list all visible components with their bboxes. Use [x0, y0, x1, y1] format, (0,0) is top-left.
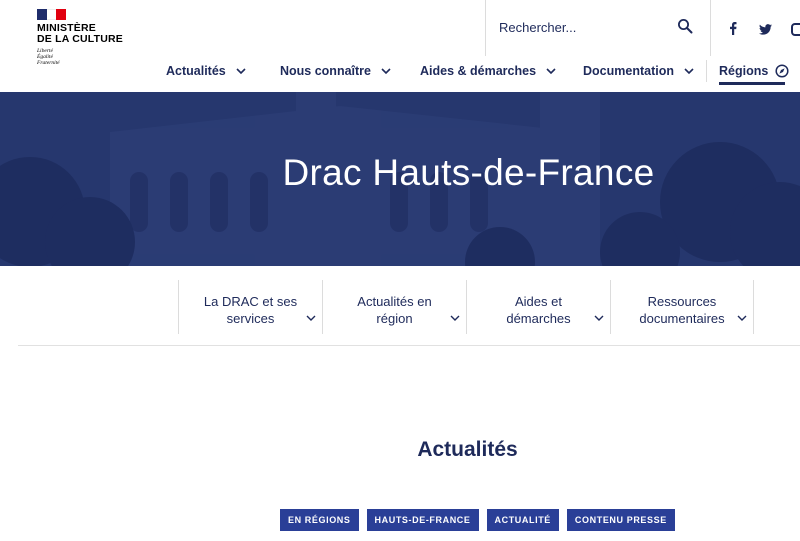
subnav-label-line2: démarches — [506, 311, 571, 326]
nav-item-regions[interactable]: Régions — [719, 64, 789, 78]
subnav-label-line2: région — [376, 311, 413, 326]
nav-divider — [706, 60, 707, 82]
chevron-down-icon — [684, 67, 694, 74]
twitter-link[interactable] — [759, 24, 772, 35]
tag-list: EN RÉGIONS HAUTS-DE-FRANCE ACTUALITÉ CON… — [280, 509, 675, 531]
hero-banner: Drac Hauts-de-France — [0, 92, 800, 266]
subnav-label-line2: documentaires — [639, 311, 725, 326]
subnav-label-line1: Aides et — [515, 294, 562, 309]
instagram-link[interactable] — [791, 23, 800, 36]
facebook-link[interactable] — [729, 22, 737, 35]
instagram-icon — [791, 23, 800, 36]
nav-item-label: Documentation — [583, 64, 674, 78]
subnav-item-aides-demarches[interactable]: Aides et démarches — [466, 280, 610, 334]
page-title: Drac Hauts-de-France — [282, 152, 655, 193]
chevron-down-icon — [306, 315, 316, 321]
twitter-icon — [759, 24, 772, 35]
search-icon — [678, 18, 693, 33]
subnav-label-line2: services — [226, 311, 275, 326]
chevron-down-icon — [546, 67, 556, 74]
nav-item-label: Nous connaître — [280, 64, 371, 78]
search-box — [485, 0, 711, 56]
subnav-item-label: Actualités en région — [323, 293, 466, 327]
nav-item-label: Régions — [719, 64, 769, 78]
chevron-down-icon — [737, 315, 747, 321]
nav-item-nous-connaitre[interactable]: Nous connaître — [280, 64, 391, 78]
subnav-label-line1: Actualités en — [357, 294, 432, 309]
subnav-item-label: La DRAC et ses services — [179, 293, 322, 327]
search-button[interactable] — [674, 16, 696, 38]
facebook-icon — [730, 22, 737, 35]
chevron-down-icon — [450, 315, 460, 321]
nav-item-aides-demarches[interactable]: Aides & démarches — [420, 64, 556, 78]
subnav-item-label: Aides et démarches — [467, 293, 610, 327]
site-header: MINISTÈRE DE LA CULTURE Liberté Égalité … — [0, 0, 800, 92]
subnav-label-line1: Ressources — [647, 294, 717, 309]
french-flag-icon — [37, 9, 67, 20]
regional-subnav: La DRAC et ses services Actualités en ré… — [18, 266, 800, 346]
subnav-item-label: Ressources documentaires — [611, 293, 753, 327]
chevron-down-icon — [236, 67, 246, 74]
logo-title-line2: DE LA CULTURE — [37, 33, 124, 45]
main-nav: Actualités Nous connaître Aides & démarc… — [0, 64, 800, 84]
nav-item-label: Actualités — [166, 64, 226, 78]
tag-hauts-de-france[interactable]: HAUTS-DE-FRANCE — [366, 509, 479, 531]
tag-contenu-presse[interactable]: CONTENU PRESSE — [566, 509, 675, 531]
chevron-down-icon — [381, 67, 391, 74]
nav-item-actualites[interactable]: Actualités — [166, 64, 246, 78]
section-title: Actualités — [417, 438, 518, 461]
nav-item-documentation[interactable]: Documentation — [583, 64, 694, 78]
compass-icon — [775, 64, 789, 78]
active-nav-indicator — [719, 82, 785, 85]
chevron-down-icon — [594, 315, 604, 321]
subnav-label-line1: La DRAC et ses — [203, 294, 298, 309]
nav-item-label: Aides & démarches — [420, 64, 537, 78]
subnav-item-actualites-region[interactable]: Actualités en région — [322, 280, 466, 334]
subnav-item-drac-services[interactable]: La DRAC et ses services — [178, 280, 322, 334]
ministry-logo[interactable]: MINISTÈRE DE LA CULTURE Liberté Égalité … — [37, 9, 123, 66]
subnav-item-ressources-documentaires[interactable]: Ressources documentaires — [610, 280, 754, 334]
tag-en-regions[interactable]: EN RÉGIONS — [280, 509, 359, 531]
tag-actualite[interactable]: ACTUALITÉ — [486, 509, 559, 531]
search-input[interactable] — [499, 20, 669, 35]
